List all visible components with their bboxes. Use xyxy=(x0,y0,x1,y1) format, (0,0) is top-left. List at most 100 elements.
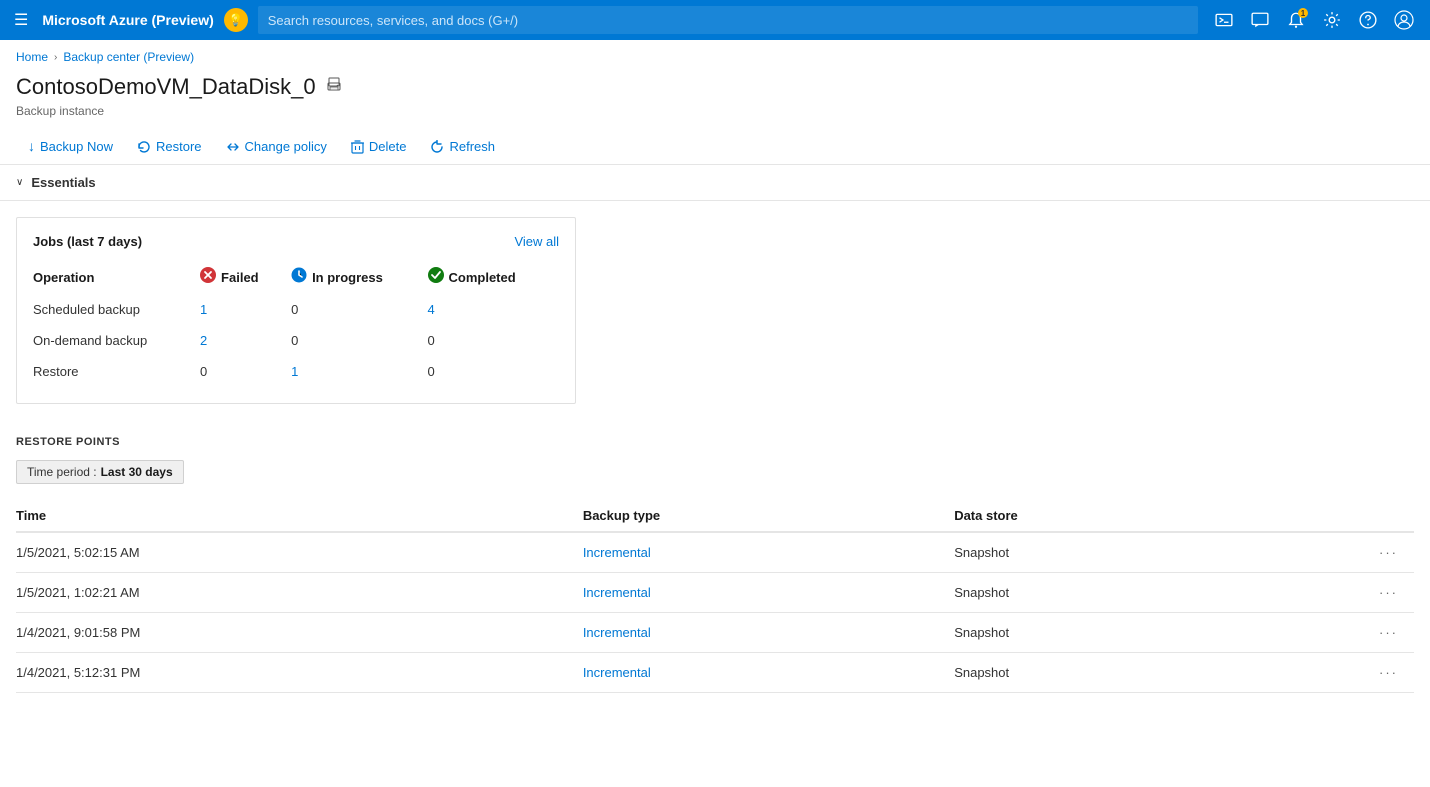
change-policy-button[interactable]: Change policy xyxy=(214,134,339,158)
inprogress-status-icon xyxy=(291,267,307,288)
essentials-chevron-icon: ∨ xyxy=(16,177,23,188)
delete-label: Delete xyxy=(369,139,407,154)
restore-points-table: Time Backup type Data store 1/5/2021, 5:… xyxy=(16,500,1414,693)
time-period-label: Time period : xyxy=(27,465,97,479)
rp-backup-type-1[interactable]: Incremental xyxy=(583,532,954,573)
ondemand-completed: 0 xyxy=(428,325,560,356)
restore-failed: 0 xyxy=(200,356,291,387)
rp-data-store-4: Snapshot xyxy=(954,653,1268,693)
rp-col-data-store: Data store xyxy=(954,500,1268,532)
jobs-row-restore: Restore 0 1 0 xyxy=(33,356,559,387)
toolbar: ↓ Backup Now Restore Change policy Delet… xyxy=(0,128,1430,165)
rp-data-store-3: Snapshot xyxy=(954,613,1268,653)
op-ondemand: On-demand backup xyxy=(33,325,200,356)
jobs-card: Jobs (last 7 days) View all Operation Fa… xyxy=(16,217,576,404)
ondemand-failed[interactable]: 2 xyxy=(200,325,291,356)
op-scheduled: Scheduled backup xyxy=(33,294,200,325)
rp-row-1: 1/5/2021, 5:02:15 AM Incremental Snapsho… xyxy=(16,532,1414,573)
breadcrumb-separator-1: › xyxy=(54,52,57,63)
top-bar-icon-group: 1 xyxy=(1208,4,1420,36)
essentials-label: Essentials xyxy=(31,175,95,190)
essentials-header[interactable]: ∨ Essentials xyxy=(0,165,1430,201)
col-completed-label: Completed xyxy=(449,270,516,285)
notification-badge: 1 xyxy=(1298,8,1308,18)
restore-completed: 0 xyxy=(428,356,560,387)
col-operation: Operation xyxy=(33,261,200,294)
jobs-title: Jobs (last 7 days) xyxy=(33,234,142,249)
account-icon[interactable] xyxy=(1388,4,1420,36)
refresh-button[interactable]: Refresh xyxy=(418,134,507,158)
scheduled-failed[interactable]: 1 xyxy=(200,294,291,325)
backup-now-label: Backup Now xyxy=(40,139,113,154)
jobs-row-ondemand: On-demand backup 2 0 0 xyxy=(33,325,559,356)
rp-time-1: 1/5/2021, 5:02:15 AM xyxy=(16,532,583,573)
jobs-table: Operation Failed xyxy=(33,261,559,387)
refresh-icon xyxy=(430,138,444,154)
rp-actions-2[interactable]: ··· xyxy=(1268,573,1414,613)
breadcrumb-home[interactable]: Home xyxy=(16,50,48,64)
page-title-row: ContosoDemoVM_DataDisk_0 xyxy=(0,70,1430,102)
rp-col-time: Time xyxy=(16,500,583,532)
rp-actions-1[interactable]: ··· xyxy=(1268,532,1414,573)
jobs-header: Jobs (last 7 days) View all xyxy=(33,234,559,249)
failed-status-icon xyxy=(200,267,216,288)
menu-icon[interactable]: ☰ xyxy=(10,6,32,34)
rp-col-actions xyxy=(1268,500,1414,532)
page-subtitle: Backup instance xyxy=(0,102,1430,128)
notifications-icon[interactable]: 1 xyxy=(1280,4,1312,36)
rp-backup-type-2[interactable]: Incremental xyxy=(583,573,954,613)
cloud-shell-icon[interactable] xyxy=(1208,4,1240,36)
change-policy-label: Change policy xyxy=(245,139,327,154)
delete-icon xyxy=(351,138,364,154)
restore-points-title: RESTORE POINTS xyxy=(16,436,1414,448)
col-failed: Failed xyxy=(200,261,291,294)
main-content: Home › Backup center (Preview) ContosoDe… xyxy=(0,40,1430,787)
time-period-filter[interactable]: Time period : Last 30 days xyxy=(16,460,184,484)
scheduled-completed[interactable]: 4 xyxy=(428,294,560,325)
refresh-label: Refresh xyxy=(449,139,495,154)
col-inprogress-label: In progress xyxy=(312,270,383,285)
rp-time-2: 1/5/2021, 1:02:21 AM xyxy=(16,573,583,613)
rp-data-store-1: Snapshot xyxy=(954,532,1268,573)
lightbulb-icon[interactable]: 💡 xyxy=(224,8,248,32)
settings-icon[interactable] xyxy=(1316,4,1348,36)
page-title: ContosoDemoVM_DataDisk_0 xyxy=(16,74,316,100)
col-completed: Completed xyxy=(428,261,560,294)
rp-time-4: 1/4/2021, 5:12:31 PM xyxy=(16,653,583,693)
rp-row-4: 1/4/2021, 5:12:31 PM Incremental Snapsho… xyxy=(16,653,1414,693)
rp-time-3: 1/4/2021, 9:01:58 PM xyxy=(16,613,583,653)
rp-backup-type-4[interactable]: Incremental xyxy=(583,653,954,693)
restore-label: Restore xyxy=(156,139,202,154)
op-restore: Restore xyxy=(33,356,200,387)
backup-now-button[interactable]: ↓ Backup Now xyxy=(16,134,125,158)
restore-inprogress[interactable]: 1 xyxy=(291,356,427,387)
rp-row-2: 1/5/2021, 1:02:21 AM Incremental Snapsho… xyxy=(16,573,1414,613)
rp-col-backup-type: Backup type xyxy=(583,500,954,532)
jobs-row-scheduled: Scheduled backup 1 0 4 xyxy=(33,294,559,325)
restore-icon xyxy=(137,138,151,154)
rp-actions-3[interactable]: ··· xyxy=(1268,613,1414,653)
backup-now-icon: ↓ xyxy=(28,138,35,154)
ondemand-inprogress: 0 xyxy=(291,325,427,356)
rp-row-3: 1/4/2021, 9:01:58 PM Incremental Snapsho… xyxy=(16,613,1414,653)
view-all-link[interactable]: View all xyxy=(514,234,559,249)
col-inprogress: In progress xyxy=(291,261,427,294)
app-title: Microsoft Azure (Preview) xyxy=(42,12,213,28)
top-bar: ☰ Microsoft Azure (Preview) 💡 1 xyxy=(0,0,1430,40)
feedback-icon[interactable] xyxy=(1244,4,1276,36)
rp-actions-4[interactable]: ··· xyxy=(1268,653,1414,693)
restore-points-section: RESTORE POINTS Time period : Last 30 day… xyxy=(0,420,1430,693)
scheduled-inprogress: 0 xyxy=(291,294,427,325)
col-failed-label: Failed xyxy=(221,270,259,285)
change-policy-icon xyxy=(226,138,240,154)
breadcrumb-backup-center[interactable]: Backup center (Preview) xyxy=(63,50,194,64)
search-input[interactable] xyxy=(258,6,1198,34)
print-icon[interactable] xyxy=(326,77,342,98)
completed-status-icon xyxy=(428,267,444,288)
restore-button[interactable]: Restore xyxy=(125,134,214,158)
breadcrumb: Home › Backup center (Preview) xyxy=(0,40,1430,70)
time-period-value: Last 30 days xyxy=(101,465,173,479)
delete-button[interactable]: Delete xyxy=(339,134,419,158)
help-icon[interactable] xyxy=(1352,4,1384,36)
rp-backup-type-3[interactable]: Incremental xyxy=(583,613,954,653)
